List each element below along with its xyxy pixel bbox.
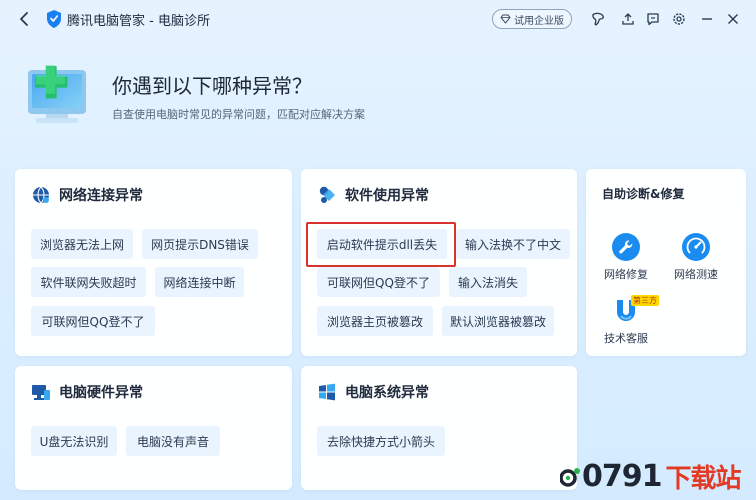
minimize-button[interactable] [697,9,717,29]
network-issue-chip[interactable]: 可联网但QQ登不了 [31,306,155,336]
network-repair-button[interactable]: 网络修复 [598,232,654,282]
settings-icon [673,13,685,25]
page-subtitle: 自查使用电脑时常见的异常问题，匹配对应解决方案 [112,108,365,121]
globe-icon [33,186,49,204]
skin-icon [592,12,604,26]
watermark-number: 0791 [582,459,662,494]
tech-support-button[interactable]: 第三方 技术客服 [598,295,659,346]
watermark-logo-icon [560,467,580,487]
third-party-badge: 第三方 [631,295,659,306]
clinic-monitor-icon [28,65,86,123]
upload-button[interactable] [618,9,638,29]
trial-label: 试用企业版 [514,15,564,27]
settings-button[interactable] [669,9,689,29]
hardware-issue-chip[interactable]: 电脑没有声音 [126,426,220,456]
watermark-text: 下载站 [665,464,742,494]
software-issue-chip[interactable]: 输入法消失 [449,267,527,297]
tool-label: 技术客服 [604,332,648,345]
minimize-icon [702,18,712,20]
site-watermark: 0791 下载站 [560,458,742,495]
upload-icon [622,13,634,25]
feedback-button[interactable] [643,9,663,29]
title-bar: 腾讯电脑管家 - 电脑诊所 试用企业版 [0,0,756,38]
windows-icon [319,383,335,401]
feedback-icon [647,13,659,26]
skin-button[interactable] [588,9,608,29]
system-issue-chip[interactable]: 去除快捷方式小箭头 [317,426,445,456]
close-icon [728,14,738,24]
back-icon [20,12,28,26]
network-card-title: 网络连接异常 [59,188,143,204]
software-issue-chip[interactable]: 浏览器主页被篡改 [317,306,433,336]
back-button[interactable] [14,9,34,29]
network-issue-chip[interactable]: 网页提示DNS错误 [142,229,258,259]
software-issue-chip[interactable]: 默认浏览器被篡改 [442,306,554,336]
window-title: 腾讯电脑管家 - 电脑诊所 [67,14,210,29]
network-speedtest-button[interactable]: 网络测速 [668,232,724,282]
software-shapes-icon [319,186,335,203]
system-card-title: 电脑系统异常 [345,385,429,401]
trial-enterprise-button[interactable]: 试用企业版 [492,9,572,29]
tool-label: 网络测速 [674,268,718,281]
hardware-monitor-icon [32,385,50,400]
wrench-icon [612,233,640,261]
software-issue-chip[interactable]: 输入法换不了中文 [456,229,570,259]
network-issue-chip[interactable]: 网络连接中断 [155,267,244,297]
shield-logo-icon [47,10,61,28]
hardware-card-title: 电脑硬件异常 [59,385,143,401]
network-issue-chip[interactable]: 浏览器无法上网 [31,229,133,259]
software-issue-chip[interactable]: 启动软件提示dll丢失 [317,229,447,259]
tool-label: 网络修复 [604,268,648,281]
software-card-title: 软件使用异常 [345,188,429,204]
page-title: 你遇到以下哪种异常？ [112,74,312,98]
speedometer-icon [682,233,710,261]
close-button[interactable] [723,9,743,29]
network-issue-chip[interactable]: 软件联网失败超时 [31,267,146,297]
diamond-icon [500,14,511,24]
software-issue-chip[interactable]: 可联网但QQ登不了 [317,267,440,297]
self-help-title: 自助诊断&修复 [602,187,685,201]
hardware-issue-chip[interactable]: U盘无法识别 [31,426,117,456]
